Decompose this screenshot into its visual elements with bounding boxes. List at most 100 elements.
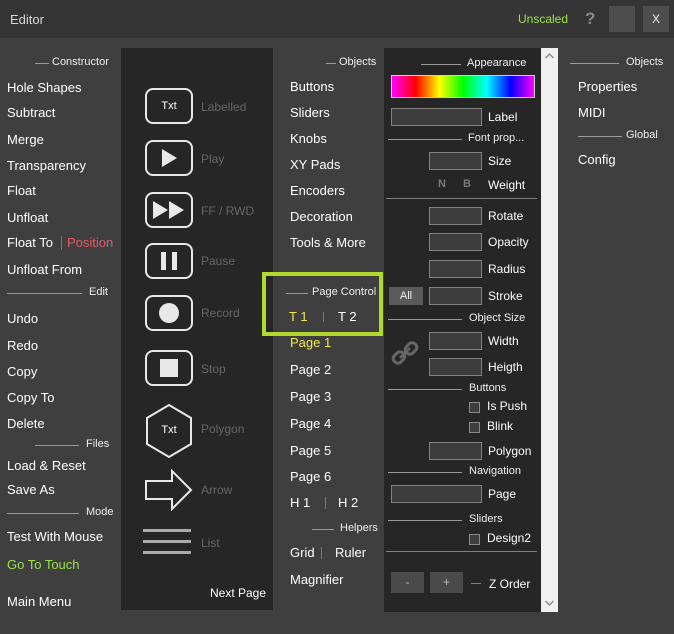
tools-more-item[interactable]: Tools & More [290, 235, 366, 250]
opacity-field[interactable] [429, 233, 482, 251]
page-6-item[interactable]: Page 6 [290, 469, 331, 484]
list-icon[interactable] [143, 526, 193, 558]
section-edit-label: Edit [89, 286, 108, 298]
section-helpers: Helpers [284, 522, 384, 536]
title-bar: Editor Unscaled ? X [0, 0, 674, 38]
size-field[interactable] [429, 152, 482, 170]
stop-icon[interactable] [145, 350, 193, 386]
decoration-item[interactable]: Decoration [290, 209, 353, 224]
txt-labelled-icon[interactable]: Txt [145, 88, 193, 124]
page-3-item[interactable]: Page 3 [290, 389, 331, 404]
normal-weight-button[interactable]: N [438, 178, 446, 190]
all-button[interactable]: All [389, 287, 423, 305]
polygon-txt: Txt [161, 424, 177, 436]
magnifier-item[interactable]: Magnifier [290, 572, 343, 587]
design2-checkbox[interactable] [469, 534, 480, 545]
z-order-minus-button[interactable]: - [391, 572, 424, 593]
section-appearance-label: Appearance [467, 57, 527, 69]
scroll-down-icon[interactable] [545, 600, 554, 606]
load-reset-item[interactable]: Load & Reset [7, 458, 86, 473]
section-files-label: Files [86, 438, 110, 450]
section-global: Global [570, 129, 674, 143]
rotate-field[interactable] [429, 207, 482, 225]
link-icon[interactable] [390, 338, 420, 368]
undo-item[interactable]: Undo [7, 311, 38, 326]
h2-item[interactable]: H 2 [338, 495, 358, 510]
arrow-icon[interactable] [144, 468, 194, 512]
color-picker-bar[interactable] [391, 75, 535, 98]
height-field[interactable] [429, 358, 482, 376]
page-control-highlight [262, 272, 383, 336]
unfloat-from-item[interactable]: Unfloat From [7, 262, 82, 277]
close-button[interactable]: X [643, 6, 669, 32]
properties-scrollbar[interactable] [541, 48, 558, 612]
xy-pads-item[interactable]: XY Pads [290, 157, 340, 172]
z-order-plus-button[interactable]: + [430, 572, 463, 593]
is-push-checkbox[interactable] [469, 402, 480, 413]
sliders-item[interactable]: Sliders [290, 105, 330, 120]
section-objects-right: Objects [570, 56, 674, 70]
buttons-item[interactable]: Buttons [290, 79, 334, 94]
next-page-button[interactable]: Next Page [210, 586, 266, 600]
redo-item[interactable]: Redo [7, 338, 38, 353]
go-to-touch-item[interactable]: Go To Touch [7, 557, 80, 572]
main-menu-item[interactable]: Main Menu [7, 594, 71, 609]
position-item[interactable]: Position [67, 235, 113, 250]
page-field[interactable] [391, 485, 482, 503]
polygon-field[interactable] [429, 442, 482, 460]
hole-shapes-item[interactable]: Hole Shapes [7, 80, 81, 95]
merge-item[interactable]: Merge [7, 132, 44, 147]
page-1-item[interactable]: Page 1 [290, 335, 331, 350]
tab-t2[interactable]: T 2 [338, 309, 357, 324]
delete-item[interactable]: Delete [7, 416, 45, 431]
page-5-item[interactable]: Page 5 [290, 443, 331, 458]
radius-field[interactable] [429, 260, 482, 278]
copy-to-item[interactable]: Copy To [7, 390, 54, 405]
help-button[interactable]: ? [585, 9, 595, 29]
tab-t1[interactable]: T 1 [289, 309, 308, 324]
ruler-item[interactable]: Ruler [335, 545, 366, 560]
copy-item[interactable]: Copy [7, 364, 37, 379]
h1-item[interactable]: H 1 [290, 495, 310, 510]
unscaled-toggle[interactable]: Unscaled [518, 12, 568, 26]
fast-forward-icon[interactable] [145, 192, 193, 228]
section-page-control: Page Control [284, 286, 384, 300]
float-to-item[interactable]: Float To [7, 235, 53, 250]
play-icon[interactable] [145, 140, 193, 176]
width-field[interactable] [429, 332, 482, 350]
section-constructor: Constructor [0, 56, 112, 70]
stop-label: Stop [201, 362, 226, 376]
stroke-field[interactable] [429, 287, 482, 305]
section-constructor-label: Constructor [52, 56, 109, 68]
encoders-item[interactable]: Encoders [290, 183, 345, 198]
section-object-size: Object Size [386, 312, 536, 326]
section-buttons: Buttons [386, 382, 536, 396]
properties-item[interactable]: Properties [578, 79, 637, 94]
record-icon[interactable] [145, 295, 193, 331]
blink-checkbox[interactable] [469, 422, 480, 433]
section-font-prop: Font prop... [386, 132, 536, 146]
midi-item[interactable]: MIDI [578, 105, 605, 120]
test-with-mouse-item[interactable]: Test With Mouse [7, 529, 103, 544]
transparency-item[interactable]: Transparency [7, 158, 86, 173]
save-as-item[interactable]: Save As [7, 482, 55, 497]
section-buttons-label: Buttons [469, 382, 507, 394]
divider [386, 551, 537, 552]
unfloat-item[interactable]: Unfloat [7, 210, 48, 225]
pause-icon[interactable] [145, 243, 193, 279]
config-item[interactable]: Config [578, 152, 616, 167]
label-field[interactable] [391, 108, 482, 126]
scroll-up-icon[interactable] [545, 53, 554, 59]
knobs-item[interactable]: Knobs [290, 131, 327, 146]
page-4-item[interactable]: Page 4 [290, 416, 331, 431]
subtract-item[interactable]: Subtract [7, 105, 55, 120]
section-sliders-label: Sliders [469, 513, 503, 525]
stroke-label: Stroke [488, 289, 523, 303]
maximize-button[interactable] [609, 6, 635, 32]
page-2-item[interactable]: Page 2 [290, 362, 331, 377]
grid-item[interactable]: Grid [290, 545, 315, 560]
bold-weight-button[interactable]: B [463, 178, 471, 190]
float-item[interactable]: Float [7, 183, 36, 198]
section-files: Files [0, 438, 112, 452]
section-objects-label: Objects [339, 56, 377, 68]
